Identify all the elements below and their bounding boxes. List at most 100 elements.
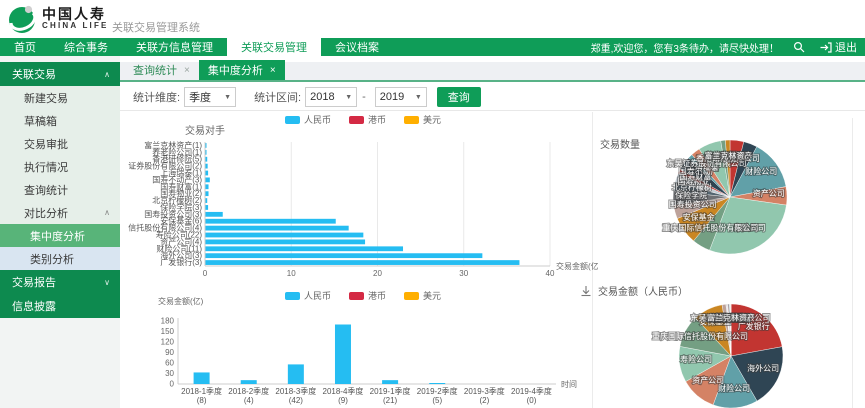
close-icon[interactable]: ×	[270, 65, 276, 76]
sidebar-item-8[interactable]: 类别分析	[0, 247, 120, 270]
stat-dimension-select[interactable]: 季度 ▼	[184, 87, 236, 107]
tab-label: 集中度分析	[208, 62, 263, 78]
svg-text:资产公司: 资产公司	[753, 188, 785, 198]
collapse-icon: ∧	[104, 70, 110, 79]
greeting-text: 郑重,欢迎您，您有3条待办，请尽快处理！	[591, 40, 779, 55]
app-header: 中国人寿 CHINA LIFE 关联交易管理系统	[0, 0, 865, 38]
sidebar-item-label: 交易报告	[12, 274, 56, 290]
system-title: 关联交易管理系统	[112, 19, 200, 35]
sidebar-item-label: 执行情况	[24, 159, 68, 175]
svg-text:安保基金: 安保基金	[683, 212, 715, 222]
svg-text:交易对手: 交易对手	[185, 124, 225, 137]
transaction-count-pie: 广发银行海外公司财险公司资产公司寿险公司重庆国际信托股份有限公司安保基金国寿投资…	[593, 130, 855, 280]
svg-text:180: 180	[161, 317, 175, 326]
svg-text:0: 0	[203, 269, 208, 278]
range-to-select[interactable]: 2019 ▼	[375, 87, 427, 107]
nav-item-4[interactable]: 会议档案	[321, 38, 393, 56]
close-icon[interactable]: ×	[184, 65, 190, 76]
expand-icon: ∨	[104, 278, 110, 287]
svg-text:财险公司: 财险公司	[745, 166, 777, 176]
svg-text:广发银行(3): 广发银行(3)	[160, 257, 202, 267]
brand-name-en: CHINA LIFE	[42, 21, 109, 30]
svg-text:2018-1季度: 2018-1季度	[181, 386, 222, 396]
tab-1[interactable]: 集中度分析 ×	[199, 60, 285, 80]
sidebar-item-label: 交易审批	[24, 136, 68, 152]
nav-item-2[interactable]: 关联方信息管理	[122, 38, 227, 56]
sidebar-item-6[interactable]: 对比分析 ∧	[0, 201, 120, 224]
chevron-down-icon: ▼	[345, 94, 352, 101]
filter-bar: 统计维度: 季度 ▼ 统计区间: 2018 ▼ - 2019 ▼ 查询	[120, 84, 865, 110]
sidebar-item-label: 关联交易	[12, 66, 56, 82]
sidebar-item-label: 类别分析	[30, 251, 74, 267]
logout-button[interactable]: 退出	[819, 39, 857, 55]
nav-item-3[interactable]: 关联交易管理	[227, 38, 321, 56]
svg-text:10: 10	[287, 269, 296, 278]
download-icon[interactable]	[580, 285, 592, 297]
svg-text:20: 20	[373, 269, 382, 278]
nav-right: 郑重,欢迎您，您有3条待办，请尽快处理！ 退出	[591, 38, 865, 56]
svg-text:2019-1季度: 2019-1季度	[370, 386, 411, 396]
svg-text:30: 30	[459, 269, 468, 278]
sidebar-item-label: 对比分析	[24, 205, 68, 221]
logout-icon	[819, 41, 832, 54]
logout-label: 退出	[835, 39, 857, 55]
svg-text:重庆国际信托股份有限公司: 重庆国际信托股份有限公司	[662, 222, 758, 232]
svg-text:富兰克林资产: 富兰克林资产	[704, 150, 752, 160]
search-button[interactable]: 查询	[437, 87, 481, 107]
nav-item-1[interactable]: 综合事务	[50, 38, 122, 56]
svg-text:重庆国际信托股份有限公司: 重庆国际信托股份有限公司	[652, 331, 748, 341]
range-from-select[interactable]: 2018 ▼	[305, 87, 357, 107]
svg-text:时间: 时间	[561, 379, 577, 389]
svg-text:(0): (0)	[527, 396, 537, 405]
amount-time-bar-chart: 交易金额(亿)0306090120150180时间2018-1季度(8)2018…	[128, 288, 598, 408]
sidebar-item-0[interactable]: 关联交易 ∧	[0, 62, 120, 86]
transaction-amount-pie: 广发银行海外公司财险公司资产公司寿险公司重庆国际信托股份有限公司安保基金国寿投资…	[593, 296, 855, 408]
sidebar-menu: 关联交易 ∧ 新建交易草稿箱交易审批执行情况查询统计对比分析 ∧ 集中度分析类别分析交易…	[0, 62, 120, 318]
svg-text:150: 150	[161, 327, 175, 336]
svg-text:2019-2季度: 2019-2季度	[417, 386, 458, 396]
tab-0[interactable]: 查询统计 ×	[124, 60, 199, 80]
sidebar-item-2[interactable]: 草稿箱	[0, 109, 120, 132]
svg-text:30: 30	[165, 369, 174, 378]
svg-text:2018-2季度: 2018-2季度	[228, 386, 269, 396]
svg-text:2018-3季度: 2018-3季度	[275, 386, 316, 396]
sidebar-item-9[interactable]: 交易报告 ∨	[0, 270, 120, 294]
search-icon[interactable]	[793, 41, 805, 53]
stat-dimension-label: 统计维度:	[133, 89, 180, 105]
svg-text:(42): (42)	[289, 396, 304, 405]
svg-text:资产公司: 资产公司	[692, 375, 724, 385]
sidebar: 关联交易 ∧ 新建交易草稿箱交易审批执行情况查询统计对比分析 ∧ 集中度分析类别分析交易…	[0, 56, 120, 408]
svg-text:2018-4季度: 2018-4季度	[323, 386, 364, 396]
sidebar-item-3[interactable]: 交易审批	[0, 132, 120, 155]
sidebar-item-1[interactable]: 新建交易	[0, 86, 120, 109]
sidebar-item-label: 集中度分析	[30, 228, 85, 244]
tab-label: 查询统计	[133, 62, 177, 78]
svg-text:交易金额(亿): 交易金额(亿)	[556, 261, 598, 271]
page: 中国人寿 CHINA LIFE 关联交易管理系统 首页综合事务关联方信息管理关联…	[0, 0, 865, 408]
svg-text:60: 60	[165, 359, 174, 368]
nav-items: 首页综合事务关联方信息管理关联交易管理会议档案	[0, 38, 393, 56]
svg-text:(21): (21)	[383, 396, 398, 405]
sidebar-item-10[interactable]: 信息披露	[0, 294, 120, 318]
nav-item-0[interactable]: 首页	[0, 38, 50, 56]
tab-strip: 查询统计 × 集中度分析 ×	[120, 62, 865, 82]
svg-text:富兰克林资产: 富兰克林资产	[707, 313, 755, 323]
svg-text:国寿投资公司: 国寿投资公司	[669, 199, 717, 209]
svg-text:2019-4季度: 2019-4季度	[511, 386, 552, 396]
svg-text:0: 0	[170, 380, 175, 389]
svg-text:90: 90	[165, 348, 174, 357]
svg-text:(8): (8)	[197, 396, 207, 405]
svg-text:交易金额(亿): 交易金额(亿)	[158, 296, 204, 306]
sidebar-item-label: 新建交易	[24, 90, 68, 106]
chevron-down-icon: ▼	[224, 94, 231, 101]
sidebar-item-7[interactable]: 集中度分析	[0, 224, 120, 247]
counterparty-bar-chart: 交易对手010203040交易金额(亿)富兰克林资产(1)养老险公司(1)香港研…	[128, 112, 598, 288]
range-from-value: 2018	[310, 91, 334, 103]
sidebar-item-4[interactable]: 执行情况	[0, 155, 120, 178]
svg-text:(9): (9)	[338, 396, 348, 405]
svg-text:(4): (4)	[244, 396, 254, 405]
collapse-icon: ∧	[104, 208, 110, 217]
sidebar-item-label: 草稿箱	[24, 113, 57, 129]
sidebar-item-5[interactable]: 查询统计	[0, 178, 120, 201]
tab-area: 查询统计 × 集中度分析 ×	[120, 56, 865, 82]
